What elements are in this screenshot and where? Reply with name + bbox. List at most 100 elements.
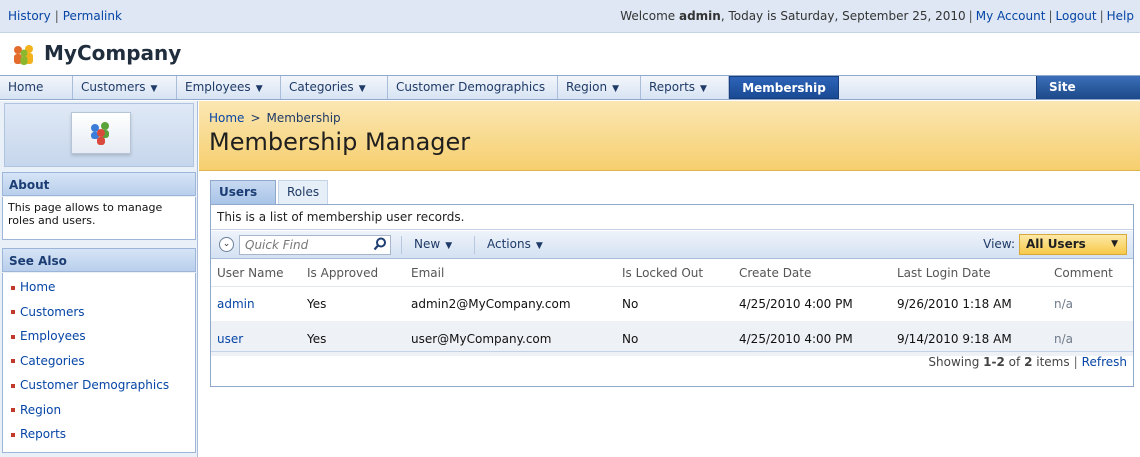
column-header[interactable]: Email (405, 260, 616, 287)
refresh-link[interactable]: Refresh (1082, 355, 1127, 369)
chevron-down-icon: ▼ (1111, 239, 1118, 249)
toolbar-divider (474, 236, 475, 254)
bullet-icon (11, 359, 15, 363)
email-cell: admin2@MyCompany.com (411, 296, 571, 311)
bullet-icon (11, 285, 15, 290)
footer-range: 1-2 (983, 355, 1005, 369)
bullet-icon (11, 408, 15, 412)
last-login-date-cell: 9/26/2010 1:18 AM (897, 296, 1012, 311)
nav-region[interactable]: Region ▼ (558, 76, 641, 99)
sidebar-item-categories[interactable]: Categories (3, 349, 195, 374)
see-also-heading: See Also (2, 248, 196, 272)
column-header[interactable]: Comment (1048, 260, 1133, 287)
breadcrumb: Home > Membership (209, 111, 341, 125)
sidebar-item-label: Customers (20, 304, 85, 319)
user-name-cell[interactable]: admin (211, 286, 301, 321)
nav-home[interactable]: Home (0, 76, 73, 99)
page-title: Membership Manager (209, 128, 471, 156)
table-header-row: User Name Is Approved Email Is Locked Ou… (211, 260, 1133, 287)
column-header[interactable]: User Name (211, 260, 301, 287)
my-account-link[interactable]: My Account (976, 9, 1046, 23)
nav-membership[interactable]: Membership (729, 76, 839, 99)
sidebar-item-employees[interactable]: Employees (3, 324, 195, 349)
column-header[interactable]: Last Login Date (891, 260, 1048, 287)
footer-of: of (1008, 355, 1021, 369)
nav-categories[interactable]: Categories ▼ (281, 76, 388, 99)
users-grid: This is a list of membership user record… (210, 204, 1134, 387)
footer-showing: Showing (928, 355, 980, 369)
is-approved-cell: Yes (307, 296, 327, 311)
separator: | (1073, 355, 1078, 369)
bullet-icon (11, 310, 15, 314)
logout-link[interactable]: Logout (1056, 9, 1097, 23)
collapse-toggle-icon[interactable]: ⌄ (219, 237, 234, 252)
about-heading: About (2, 172, 196, 196)
nav-label: Employees (185, 80, 251, 94)
nav-label: Customer Demographics (396, 80, 546, 94)
column-header[interactable]: Is Approved (301, 260, 405, 287)
sidebar: About This page allows to manage roles a… (0, 101, 198, 457)
site-actions-button[interactable]: Site Actions▼ (1036, 76, 1140, 117)
separator: | (968, 9, 973, 23)
bullet-icon (11, 432, 15, 437)
breadcrumb-current: Membership (266, 111, 341, 125)
sidebar-item-customer-demographics[interactable]: Customer Demographics (3, 373, 195, 398)
chevron-down-icon: ▼ (255, 84, 263, 94)
welcome-prefix: Welcome (620, 9, 676, 23)
current-user: admin (678, 9, 721, 23)
quick-find-input[interactable]: Quick Find (239, 235, 391, 255)
actions-menu-button[interactable]: Actions ▼ (487, 237, 543, 251)
nav-label: Categories (289, 80, 354, 94)
brand-title[interactable]: MyCompany (44, 41, 181, 65)
main-nav: Home Customers ▼ Employees ▼ Categories ▼ C… (0, 75, 1140, 117)
new-label: New (414, 237, 441, 251)
nav-label: Membership (742, 81, 826, 95)
nav-customer-demographics[interactable]: Customer Demographics (388, 76, 558, 99)
nav-label: Home (8, 80, 44, 94)
tab-users[interactable]: Users (210, 180, 276, 204)
nav-label: Reports (649, 80, 696, 94)
users-table: User Name Is Approved Email Is Locked Ou… (211, 260, 1133, 356)
new-menu-button[interactable]: New ▼ (414, 237, 452, 251)
nav-employees[interactable]: Employees ▼ (177, 76, 281, 99)
chevron-down-icon: ▼ (150, 84, 158, 94)
grid-toolbar: ⌄ Quick Find New ▼ Actions ▼ View: All Use… (211, 231, 1133, 259)
sidebar-item-reports[interactable]: Reports (3, 422, 195, 447)
sidebar-image-box (4, 103, 194, 167)
footer-items: items (1036, 355, 1070, 369)
top-links: History | Permalink (8, 9, 122, 23)
separator: | (1048, 9, 1053, 23)
see-also-list: Home Customers Employees Categories Cust… (2, 273, 196, 453)
history-link[interactable]: History (8, 9, 51, 23)
breadcrumb-home[interactable]: Home (209, 111, 244, 125)
permalink-link[interactable]: Permalink (63, 9, 122, 23)
sidebar-item-home[interactable]: Home (3, 275, 195, 300)
users-group-icon (91, 122, 109, 145)
nav-reports[interactable]: Reports ▼ (641, 76, 729, 99)
view-label: View: (983, 237, 1015, 251)
help-link[interactable]: Help (1107, 9, 1134, 23)
tab-roles[interactable]: Roles (278, 180, 328, 204)
grid-footer: Showing 1-2 of 2 items | Refresh (211, 351, 1133, 387)
view-value: All Users (1026, 237, 1086, 251)
column-header[interactable]: Create Date (733, 260, 891, 287)
people-logo-icon (14, 45, 33, 65)
table-row[interactable]: admin Yes admin2@MyCompany.com No 4/25/2… (211, 286, 1133, 321)
chevron-down-icon: ▼ (700, 84, 707, 94)
brand-header: MyCompany (0, 33, 1140, 75)
is-locked-out-cell: No (622, 296, 639, 311)
create-date-cell: 4/25/2010 4:00 PM (739, 296, 853, 311)
nav-customers[interactable]: Customers ▼ (73, 76, 177, 99)
sidebar-item-customers[interactable]: Customers (3, 300, 195, 325)
search-icon[interactable] (373, 237, 387, 251)
sidebar-item-region[interactable]: Region (3, 398, 195, 423)
separator: | (1099, 9, 1104, 23)
page-header: Home > Membership Membership Manager (199, 101, 1140, 171)
separator: | (54, 9, 59, 23)
grid-description: This is a list of membership user record… (211, 205, 1133, 230)
chevron-down-icon: ▼ (535, 241, 543, 251)
view-selector[interactable]: All Users ▼ (1019, 234, 1127, 255)
about-text: This page allows to manage roles and use… (2, 197, 196, 240)
column-header[interactable]: Is Locked Out (616, 260, 733, 287)
chevron-down-icon: ▼ (358, 84, 366, 94)
